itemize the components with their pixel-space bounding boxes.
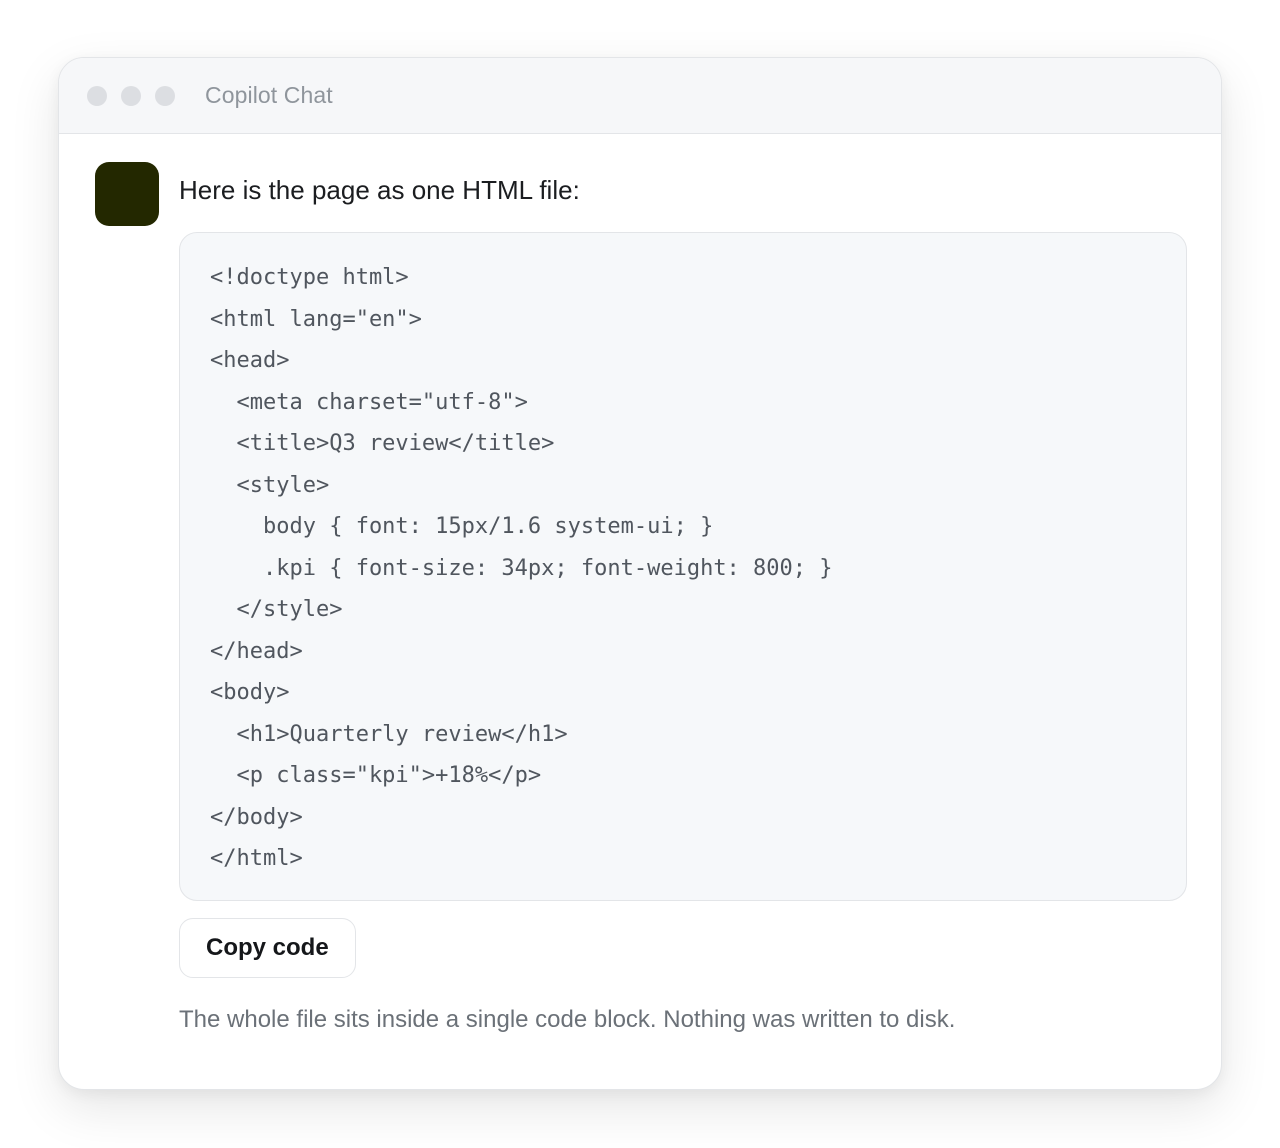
- minimize-window-dot[interactable]: [121, 85, 141, 106]
- window-title: Copilot Chat: [205, 82, 333, 108]
- code-line: </style>: [210, 597, 343, 622]
- titlebar: Copilot Chat: [59, 58, 1221, 134]
- assistant-message: Here is the page as one HTML file: <!doc…: [179, 170, 1187, 1038]
- message-note: The whole file sits inside a single code…: [179, 1006, 956, 1033]
- code-line: <p class="kpi">+18%</p>: [210, 763, 542, 788]
- code-line: </html>: [210, 846, 303, 871]
- copy-code-button[interactable]: Copy code: [179, 918, 356, 978]
- code-line: </head>: [210, 638, 303, 664]
- code-line: body { font: 15px/1.6 system-ui; }: [210, 514, 714, 539]
- maximize-window-dot[interactable]: [155, 85, 175, 106]
- code-line: <h1>Quarterly review</h1>: [210, 721, 568, 747]
- code-line: <head>: [210, 348, 290, 373]
- code-line: .kpi { font-size: 34px; font-weight: 800…: [210, 555, 833, 581]
- code-line: <title>Q3 review</title>: [210, 431, 555, 456]
- code-block[interactable]: <!doctype html> <html lang="en"> <head> …: [179, 232, 1187, 901]
- code-line: <style>: [210, 472, 330, 498]
- code-line: <body>: [210, 680, 290, 705]
- code-line: <meta charset="utf-8">: [210, 389, 528, 415]
- code-line: <html lang="en">: [210, 306, 422, 332]
- assistant-avatar: [95, 162, 159, 226]
- close-window-dot[interactable]: [87, 85, 107, 106]
- code-line: </body>: [210, 804, 303, 830]
- chat-window: Copilot Chat Here is the page as one HTM…: [58, 57, 1222, 1090]
- message-intro: Here is the page as one HTML file:: [179, 175, 580, 205]
- code-line: <!doctype html>: [210, 265, 409, 290]
